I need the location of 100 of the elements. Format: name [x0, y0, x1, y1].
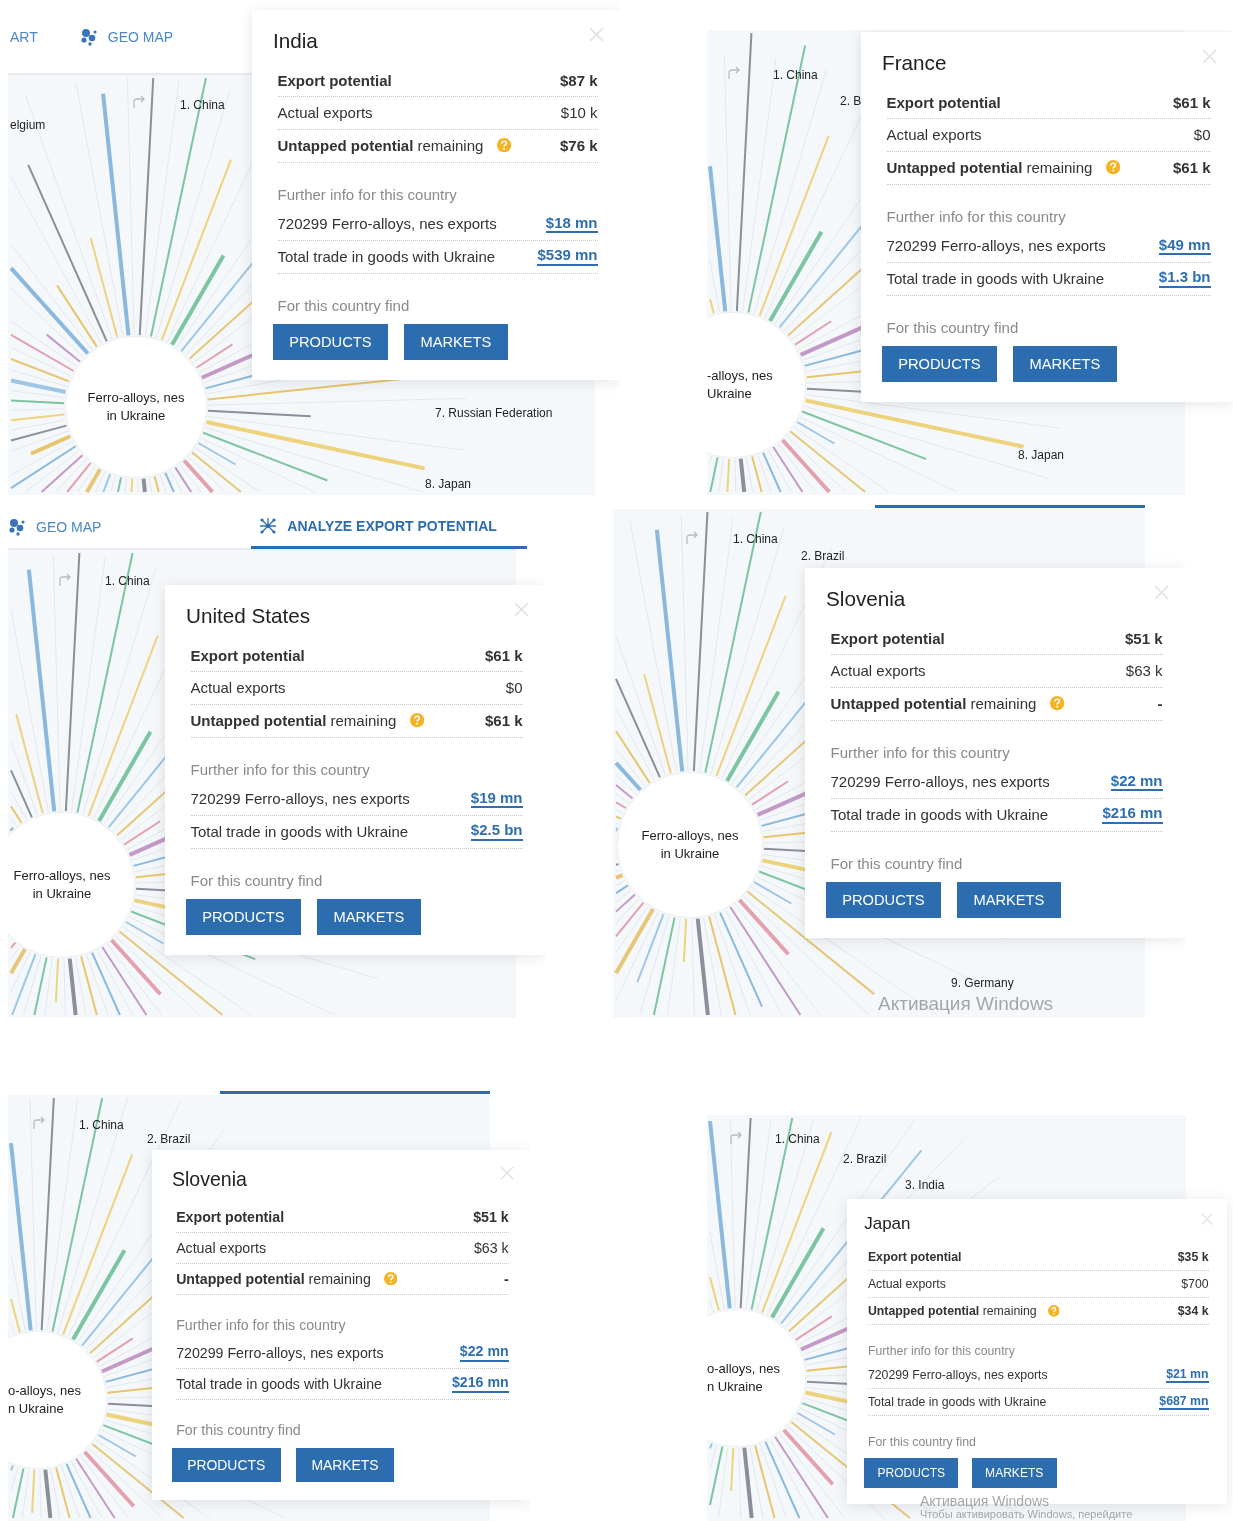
help-icon[interactable] — [1105, 160, 1121, 175]
metric-value: $61 k — [1172, 159, 1211, 177]
action-button[interactable]: MARKETS — [404, 324, 508, 361]
country-title: France — [882, 50, 947, 75]
metric-value: $61 k — [484, 712, 523, 730]
metric-label: Actual exports — [867, 1276, 946, 1291]
metric-label: Untapped potential remaining — [830, 695, 1037, 713]
metric-value: $51 k — [1124, 629, 1163, 647]
share-arrow-icon[interactable] — [132, 95, 146, 109]
metric-value: $63 k — [1125, 662, 1163, 680]
close-icon[interactable] — [1201, 49, 1217, 65]
section-heading: For this country find — [277, 296, 410, 314]
action-button[interactable]: PRODUCTS — [171, 1447, 281, 1482]
activation-notice: Активация Windows — [920, 1493, 1050, 1509]
info-link[interactable]: $687 mn — [1159, 1394, 1209, 1411]
metric-value: $63 k — [474, 1239, 509, 1256]
section-heading: For this country find — [190, 871, 323, 889]
hub-label: n Ukraine — [8, 1400, 64, 1418]
action-button[interactable]: MARKETS — [296, 1447, 394, 1482]
info-label: 720299 Ferro-alloys, nes exports — [830, 773, 1050, 791]
action-button[interactable]: PRODUCTS — [273, 324, 388, 361]
metric-value: $35 k — [1177, 1249, 1209, 1264]
metric-label: Export potential — [190, 646, 305, 664]
hub-label: in Ukraine — [32, 885, 92, 903]
action-button[interactable]: PRODUCTS — [186, 899, 301, 936]
info-link[interactable]: $216 mn — [1102, 805, 1163, 824]
country-label: 9. Germany — [951, 976, 1014, 990]
network-icon — [259, 517, 278, 535]
help-icon[interactable] — [1047, 1305, 1060, 1317]
metric-label: Actual exports — [176, 1239, 267, 1256]
view-tab[interactable]: GEO MAP — [8, 505, 102, 548]
country-label: 2. Brazil — [147, 1132, 191, 1146]
info-link[interactable]: $18 mn — [545, 214, 598, 234]
hub-label: Ferro-alloys, nes — [13, 867, 111, 885]
share-arrow-icon[interactable] — [729, 1131, 743, 1145]
country-label: 8. Japan — [1018, 448, 1065, 462]
metric-value: $10 k — [560, 104, 598, 122]
country-label: 1. China — [79, 1118, 124, 1132]
help-icon[interactable] — [383, 1272, 398, 1286]
action-button[interactable]: PRODUCTS — [882, 346, 997, 383]
info-label: 720299 Ferro-alloys, nes exports — [886, 237, 1106, 255]
share-arrow-icon[interactable] — [32, 1116, 46, 1130]
section-heading: For this country find — [867, 1435, 976, 1450]
metric-value: - — [503, 1270, 509, 1287]
info-link[interactable]: $539 mn — [537, 247, 598, 266]
info-label: 720299 Ferro-alloys, nes exports — [867, 1368, 1048, 1383]
view-tab[interactable]: GEO MAP — [79, 0, 174, 73]
close-icon[interactable] — [513, 602, 529, 618]
info-link[interactable]: $21 mn — [1166, 1367, 1209, 1384]
help-icon[interactable] — [409, 713, 425, 728]
hub-label: Ferro-alloys, nes — [641, 827, 739, 845]
action-button[interactable]: PRODUCTS — [864, 1458, 959, 1488]
action-button[interactable]: MARKETS — [971, 1458, 1057, 1488]
section-heading: Further info for this country — [176, 1316, 346, 1333]
country-title: Japan — [864, 1214, 911, 1235]
info-label: Total trade in goods with Ukraine — [830, 806, 1049, 824]
view-tab[interactable]: ART — [10, 0, 38, 73]
metric-value: $0 — [1193, 126, 1211, 144]
info-link[interactable]: $22 mn — [1110, 772, 1163, 792]
info-label: Total trade in goods with Ukraine — [886, 270, 1105, 288]
help-icon[interactable] — [1049, 696, 1065, 711]
dots-icon — [79, 27, 98, 46]
action-button[interactable]: MARKETS — [957, 882, 1061, 919]
close-icon[interactable] — [1153, 585, 1169, 601]
country-label: 1. China — [775, 1132, 820, 1146]
country-label: 1. China — [773, 68, 818, 82]
metric-label: Export potential — [277, 71, 392, 89]
info-link[interactable]: $19 mn — [470, 789, 523, 809]
metric-label: Export potential — [886, 93, 1001, 111]
help-icon[interactable] — [496, 138, 512, 153]
country-label: 7. Russian Federation — [435, 406, 553, 420]
hub-label: in Ukraine — [106, 407, 166, 425]
country-label: 2. Brazil — [801, 549, 845, 563]
metric-label: Export potential — [176, 1208, 285, 1225]
info-link[interactable]: $2.5 bn — [470, 822, 523, 841]
action-button[interactable]: PRODUCTS — [826, 882, 941, 919]
share-arrow-icon[interactable] — [58, 573, 72, 587]
info-link[interactable]: $22 mn — [459, 1344, 509, 1362]
info-link[interactable]: $216 mn — [451, 1375, 509, 1393]
activation-notice: Активация Windows — [878, 993, 1054, 1015]
close-icon[interactable] — [1201, 1213, 1214, 1226]
close-icon[interactable] — [500, 1166, 515, 1181]
section-heading: Further info for this country — [830, 743, 1010, 761]
metric-label: Actual exports — [277, 104, 373, 122]
section-heading: For this country find — [886, 318, 1019, 336]
share-arrow-icon[interactable] — [685, 531, 699, 545]
metric-label: Untapped potential remaining — [190, 712, 397, 730]
action-button[interactable]: MARKETS — [317, 899, 421, 936]
info-link[interactable]: $1.3 bn — [1158, 269, 1211, 288]
metric-value: $76 k — [559, 137, 598, 155]
action-button[interactable]: MARKETS — [1013, 346, 1117, 383]
hub-label: Ukraine — [707, 385, 752, 403]
hub-label: -alloys, nes — [707, 367, 773, 385]
close-icon[interactable] — [588, 27, 604, 43]
share-arrow-icon[interactable] — [727, 66, 741, 80]
hub-label: in Ukraine — [660, 845, 720, 863]
info-label: 720299 Ferro-alloys, nes exports — [277, 215, 497, 233]
info-link[interactable]: $49 mn — [1158, 236, 1211, 256]
metric-value: $0 — [505, 679, 523, 697]
metric-value: $51 k — [473, 1208, 509, 1225]
